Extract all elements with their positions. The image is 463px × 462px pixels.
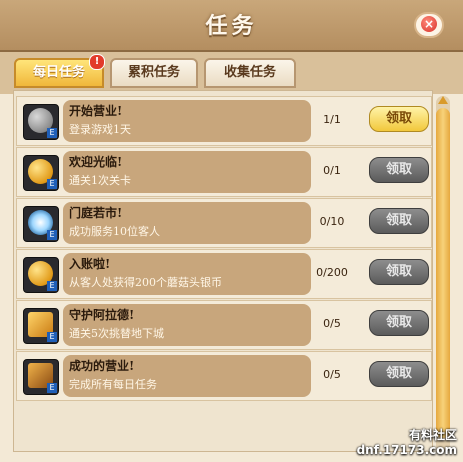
spark-icon: E xyxy=(23,206,59,242)
watermark: 有料社区 dnf.17173.com xyxy=(357,428,457,458)
scrollbar[interactable] xyxy=(436,96,450,452)
title-bar: 任务 × xyxy=(0,0,463,52)
watermark-line2: dnf.17173.com xyxy=(356,443,457,457)
task-row: E 入账啦! 从客人处获得200个蘑菇头银币 0/200 领取 xyxy=(16,249,432,299)
task-info: 入账啦! 从客人处获得200个蘑菇头银币 xyxy=(63,253,311,295)
task-name: 守护阿拉德! xyxy=(69,308,135,322)
task-progress: 0/5 xyxy=(323,368,341,381)
task-desc: 通关5次挑替地下城 xyxy=(69,327,164,340)
task-progress: 0/1 xyxy=(323,164,341,177)
scroll-thumb[interactable] xyxy=(436,108,450,438)
watermark-line1: 有料社区 xyxy=(408,428,457,442)
task-desc: 从客人处获得200个蘑菇头银币 xyxy=(69,276,222,289)
task-progress: 1/1 xyxy=(323,113,341,126)
claim-button[interactable]: 领取 xyxy=(369,157,429,183)
chest-icon: E xyxy=(23,359,59,395)
claim-button[interactable]: 领取 xyxy=(369,259,429,285)
task-row: E 门庭若市! 成功服务10位客人 0/10 领取 xyxy=(16,198,432,248)
task-name: 成功的营业! xyxy=(69,359,135,373)
task-info: 守护阿拉德! 通关5次挑替地下城 xyxy=(63,304,311,346)
tab-label: 每日任务 xyxy=(32,65,85,80)
task-progress: 0/5 xyxy=(323,317,341,330)
tab-daily[interactable]: 每日任务 ! xyxy=(14,54,105,88)
scroll-up-arrow-icon[interactable] xyxy=(438,96,448,104)
task-name: 入账啦! xyxy=(69,257,111,271)
gear-coin-icon: E xyxy=(23,104,59,140)
close-button[interactable]: × xyxy=(414,12,444,38)
tab-collection[interactable]: 收集任务 xyxy=(204,58,296,88)
claim-button[interactable]: 领取 xyxy=(369,106,429,132)
task-row: E 守护阿拉德! 通关5次挑替地下城 0/5 领取 xyxy=(16,300,432,350)
gold-coin-icon: E xyxy=(23,155,59,191)
task-desc: 成功服务10位客人 xyxy=(69,225,160,238)
task-name: 开始营业! xyxy=(69,104,123,118)
tab-label: 收集任务 xyxy=(223,65,276,80)
window-title: 任务 xyxy=(205,14,258,39)
gold-coin-icon: E xyxy=(23,257,59,293)
task-desc: 通关1次关卡 xyxy=(69,174,131,187)
tab-label: 累积任务 xyxy=(127,65,180,80)
task-row: E 欢迎光临! 通关1次关卡 0/1 领取 xyxy=(16,147,432,197)
task-desc: 登录游戏1天 xyxy=(69,123,131,136)
tab-cumulative[interactable]: 累积任务 xyxy=(110,58,198,88)
task-progress: 0/200 xyxy=(316,266,348,279)
claim-button[interactable]: 领取 xyxy=(369,310,429,336)
box-icon: E xyxy=(23,308,59,344)
task-name: 门庭若市! xyxy=(69,206,123,220)
claim-button[interactable]: 领取 xyxy=(369,361,429,387)
task-desc: 完成所有每日任务 xyxy=(69,378,157,391)
task-info: 成功的营业! 完成所有每日任务 xyxy=(63,355,311,397)
close-icon: × xyxy=(421,16,437,32)
task-row: E 成功的营业! 完成所有每日任务 0/5 领取 xyxy=(16,351,432,401)
task-info: 欢迎光临! 通关1次关卡 xyxy=(63,151,311,193)
task-name: 欢迎光临! xyxy=(69,155,123,169)
task-info: 开始营业! 登录游戏1天 xyxy=(63,100,311,142)
task-progress: 0/10 xyxy=(319,215,345,228)
claim-button[interactable]: 领取 xyxy=(369,208,429,234)
notification-badge: ! xyxy=(89,54,105,70)
task-info: 门庭若市! 成功服务10位客人 xyxy=(63,202,311,244)
task-row: E 开始营业! 登录游戏1天 1/1 领取 xyxy=(16,96,432,146)
